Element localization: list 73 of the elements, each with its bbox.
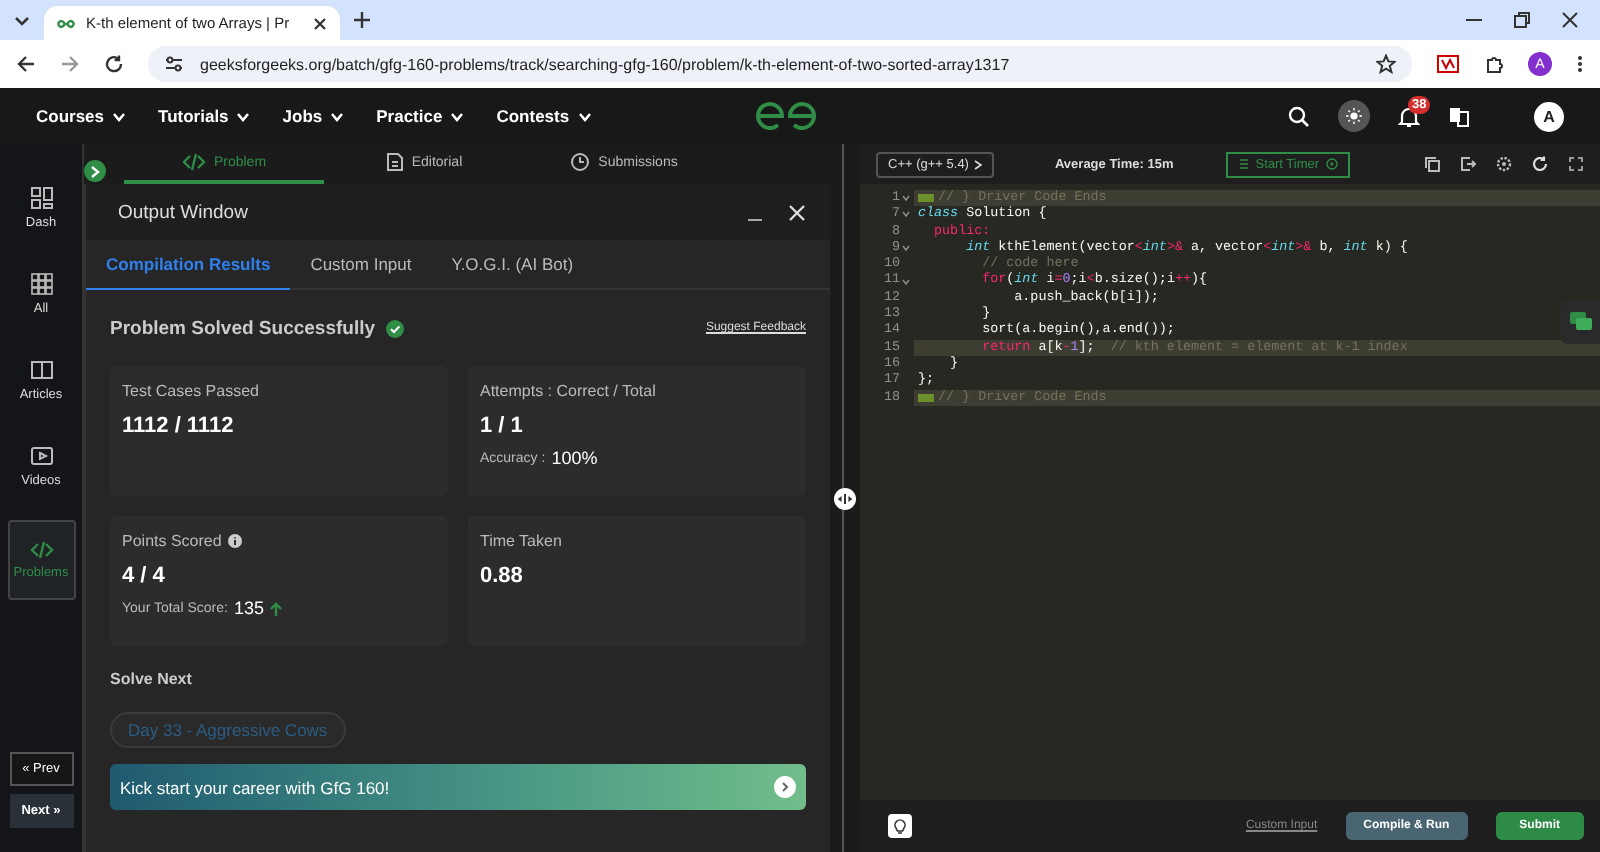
new-tab-icon[interactable] (352, 10, 372, 30)
chevron-icon (236, 111, 251, 121)
document-icon (385, 152, 404, 172)
fullscreen-icon[interactable] (1568, 156, 1584, 172)
logo-icon[interactable] (756, 102, 816, 130)
book-icon (29, 358, 53, 382)
clock-icon (570, 152, 591, 172)
status-message: Problem Solved Successfully (110, 317, 376, 339)
nav-menu[interactable]: Practice (376, 106, 465, 126)
back-icon[interactable] (16, 54, 36, 74)
nav-menu[interactable]: Contests (496, 106, 592, 126)
stat-value: 0.88 (480, 564, 525, 588)
caret-icon (974, 159, 983, 169)
stat-value: 1112 / 1112 (122, 414, 236, 438)
resize-handle-icon[interactable] (834, 487, 856, 509)
chevron-icon (577, 111, 592, 121)
address-bar[interactable]: geeksforgeeks.org/batch/gfg-160-problems/track/searching-gfg-160/problem/k-th-element-of-two-sorted-array1317 (148, 46, 1412, 82)
video-icon (29, 444, 53, 468)
extension-badge-icon[interactable] (1436, 54, 1460, 74)
fold-widget[interactable] (918, 194, 934, 203)
section-heading: Solve Next (110, 670, 194, 688)
stat-label: Test Cases Passed (122, 382, 259, 400)
check-circle-icon (385, 319, 404, 337)
nav-menu[interactable]: Tutorials (158, 106, 251, 126)
restore-icon[interactable] (1512, 10, 1532, 30)
stat-value: 4 / 4 (122, 564, 167, 588)
forward-icon[interactable] (60, 54, 80, 74)
chat-icon (1569, 312, 1591, 332)
user-avatar[interactable]: A (1534, 101, 1564, 131)
stat-label: Attempts : Correct / Total (480, 382, 656, 400)
expand-button[interactable] (84, 160, 106, 182)
note-value: 135 (233, 598, 264, 618)
nav-menu[interactable]: Jobs (282, 106, 345, 126)
close-icon[interactable] (312, 15, 328, 31)
play-icon (1325, 158, 1338, 170)
note-value: 100% (551, 448, 598, 468)
site-logo-icon (56, 17, 76, 29)
output-tab[interactable]: Y.O.G.I. (AI Bot) (431, 240, 594, 290)
nav-menu[interactable]: Courses (36, 106, 127, 126)
stat-value: 1 / 1 (480, 414, 525, 438)
chevron-icon (450, 111, 465, 121)
sun-icon (1346, 108, 1362, 124)
chevron-right-icon (90, 165, 100, 177)
code-icon (29, 540, 53, 560)
more-icon[interactable] (1576, 54, 1584, 74)
lightbulb-icon (892, 817, 908, 835)
bell-icon[interactable] (1398, 105, 1420, 127)
fold-widget[interactable] (918, 393, 934, 402)
chevron-icon (330, 111, 345, 121)
dashboard-icon (29, 186, 53, 210)
close-window-icon[interactable] (1560, 10, 1580, 30)
promo-banner[interactable]: Kick start your career with GfG 160! (110, 764, 806, 810)
copy-icon[interactable] (1424, 156, 1440, 172)
stat-label: Points Scored (122, 532, 222, 550)
export-icon[interactable] (1460, 156, 1476, 172)
output-tab[interactable]: Compilation Results (86, 240, 291, 290)
code-icon (181, 152, 206, 172)
output-tab[interactable]: Custom Input (290, 240, 432, 290)
reload-icon[interactable] (104, 54, 124, 74)
reset-icon[interactable] (1532, 156, 1548, 172)
site-info-icon (164, 54, 184, 74)
search-icon[interactable] (1288, 105, 1310, 127)
chat-button[interactable] (1560, 300, 1600, 344)
puzzle-icon[interactable] (1484, 54, 1504, 74)
theme-toggle[interactable] (1338, 100, 1370, 132)
hint-button[interactable] (888, 814, 912, 838)
stat-label: Time Taken (480, 532, 562, 550)
bookmark-star-icon[interactable] (1376, 54, 1396, 74)
arrow-circle-icon (774, 776, 796, 798)
settings-icon[interactable] (1496, 156, 1512, 172)
grid-icon (29, 272, 53, 296)
chevron-icon (112, 111, 127, 121)
panel-title: Output Window (118, 201, 250, 223)
